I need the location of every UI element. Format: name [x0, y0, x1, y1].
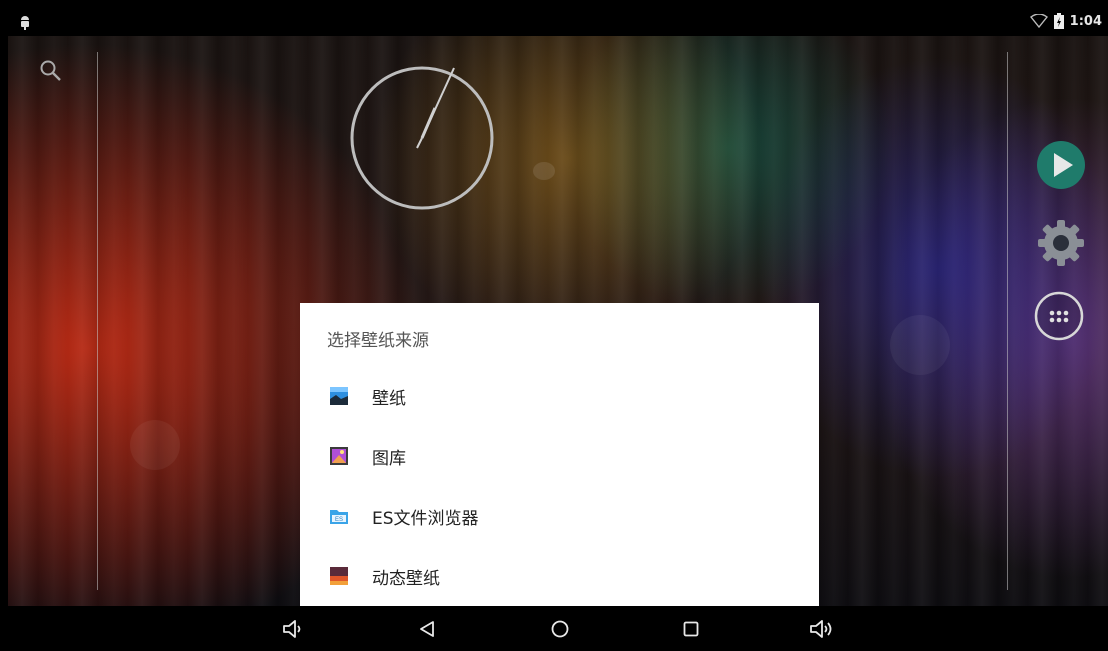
- android-debug-icon: [21, 16, 29, 30]
- es-file-explorer-icon: ES: [330, 510, 348, 524]
- live-wallpaper-icon: [330, 567, 348, 585]
- bokeh-dot: [533, 162, 555, 180]
- option-label: 图库: [372, 448, 406, 469]
- all-apps-icon[interactable]: [1033, 290, 1085, 342]
- volume-up-button[interactable]: [797, 606, 847, 651]
- home-icon: [551, 620, 569, 637]
- bokeh-dot: [130, 420, 180, 470]
- status-time: 1:04: [1069, 13, 1102, 29]
- volume-down-icon: [283, 619, 301, 638]
- workspace-edge-left: [97, 52, 98, 590]
- dialog-title: 选择壁纸来源: [327, 331, 429, 351]
- option-es-file-explorer[interactable]: ES ES文件浏览器: [300, 487, 819, 545]
- home-button[interactable]: [535, 606, 585, 651]
- analog-clock-widget[interactable]: [337, 63, 507, 213]
- back-button[interactable]: [402, 606, 452, 651]
- back-icon: [420, 620, 434, 637]
- wallpaper-source-dialog: 选择壁纸来源 壁纸 图库 ES ES文件浏览器 动态壁纸: [300, 303, 819, 606]
- option-live-wallpaper[interactable]: 动态壁纸: [300, 547, 819, 605]
- recents-icon: [683, 621, 699, 636]
- option-gallery[interactable]: 图库: [300, 427, 819, 485]
- svg-text:ES: ES: [335, 517, 343, 523]
- bokeh-dot: [890, 315, 950, 375]
- gallery-icon: [330, 447, 348, 465]
- option-label: 壁纸: [372, 388, 406, 409]
- wifi-icon: [1029, 14, 1048, 28]
- wallpaper-icon: [330, 387, 348, 405]
- battery-charging-icon: [1053, 13, 1064, 29]
- status-bar: 1:04: [8, 8, 1108, 36]
- option-wallpaper[interactable]: 壁纸: [300, 367, 819, 425]
- option-label: ES文件浏览器: [372, 508, 479, 529]
- play-store-icon[interactable]: [1035, 139, 1087, 191]
- volume-down-button[interactable]: [268, 606, 318, 651]
- search-icon[interactable]: [38, 58, 64, 84]
- navigation-bar: [8, 606, 1108, 651]
- workspace-edge-right: [1007, 52, 1008, 590]
- recents-button[interactable]: [666, 606, 716, 651]
- option-label: 动态壁纸: [372, 568, 440, 589]
- settings-gear-icon[interactable]: [1035, 217, 1087, 269]
- volume-up-icon: [810, 619, 832, 638]
